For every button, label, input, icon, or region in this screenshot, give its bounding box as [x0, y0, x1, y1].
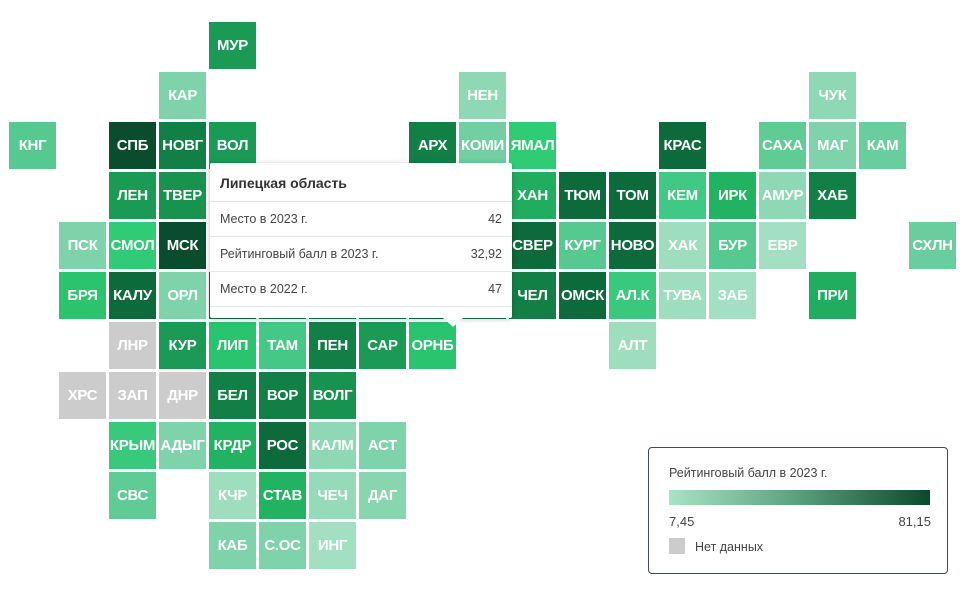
- region-tile-СТАВ[interactable]: СТАВ: [259, 472, 306, 519]
- region-tile-КРАС[interactable]: КРАС: [659, 122, 706, 169]
- region-tile-ТВЕР[interactable]: ТВЕР: [159, 172, 206, 219]
- region-tile-КУРГ[interactable]: КУРГ: [559, 222, 606, 269]
- region-tile-КЧР[interactable]: КЧР: [209, 472, 256, 519]
- region-tile-КОМИ[interactable]: КОМИ: [459, 122, 506, 169]
- region-tile-ЛИП[interactable]: ЛИП: [209, 322, 256, 369]
- region-tile-ХАН[interactable]: ХАН: [509, 172, 556, 219]
- region-tile-ЧЕЛ[interactable]: ЧЕЛ: [509, 272, 556, 319]
- region-tile-ЛЕН[interactable]: ЛЕН: [109, 172, 156, 219]
- color-legend: Рейтинговый балл в 2023 г. 7,45 81,15 Не…: [648, 447, 948, 574]
- tooltip-pointer: [442, 317, 464, 327]
- region-tile-КУР[interactable]: КУР: [159, 322, 206, 369]
- region-tile-ЗАБ[interactable]: ЗАБ: [709, 272, 756, 319]
- region-tile-ХРС[interactable]: ХРС: [59, 372, 106, 419]
- region-tile-НОВГ[interactable]: НОВГ: [159, 122, 206, 169]
- region-tile-ОМСК[interactable]: ОМСК: [559, 272, 606, 319]
- region-tile-КАЛУ[interactable]: КАЛУ: [109, 272, 156, 319]
- region-tile-ДНР[interactable]: ДНР: [159, 372, 206, 419]
- tooltip-label: Место в 2022 г.: [220, 282, 308, 296]
- region-tile-СВЕР[interactable]: СВЕР: [509, 222, 556, 269]
- legend-gradient-bar: [669, 490, 930, 505]
- region-tile-БРЯ[interactable]: БРЯ: [59, 272, 106, 319]
- tooltip-value: 42: [488, 212, 502, 226]
- no-data-swatch: [669, 538, 685, 554]
- region-tile-НОВО[interactable]: НОВО: [609, 222, 656, 269]
- tooltip-row-score-2023: Рейтинговый балл в 2023 г. 32,92: [210, 237, 512, 272]
- region-tile-ИРК[interactable]: ИРК: [709, 172, 756, 219]
- region-tile-БЕЛ[interactable]: БЕЛ: [209, 372, 256, 419]
- region-tile-САХА[interactable]: САХА: [759, 122, 806, 169]
- region-tile-КАР[interactable]: КАР: [159, 72, 206, 119]
- region-tile-ВОЛГ[interactable]: ВОЛГ: [309, 372, 356, 419]
- region-tile-АМУР[interactable]: АМУР: [759, 172, 806, 219]
- region-tile-КАМ[interactable]: КАМ: [859, 122, 906, 169]
- region-tile-АДЫГ[interactable]: АДЫГ: [159, 422, 206, 469]
- region-tile-ОРЛ[interactable]: ОРЛ: [159, 272, 206, 319]
- region-tile-ЧУК[interactable]: ЧУК: [809, 72, 856, 119]
- tooltip-value: 32,92: [470, 247, 502, 261]
- region-tile-ЧЕЧ[interactable]: ЧЕЧ: [309, 472, 356, 519]
- region-tile-ОРНБ[interactable]: ОРНБ: [409, 322, 456, 369]
- region-tile-ЛНР[interactable]: ЛНР: [109, 322, 156, 369]
- region-tile-СМОЛ[interactable]: СМОЛ: [109, 222, 156, 269]
- region-tile-С.ОС[interactable]: С.ОС: [259, 522, 306, 569]
- region-tile-ХАК[interactable]: ХАК: [659, 222, 706, 269]
- region-tile-ВОР[interactable]: ВОР: [259, 372, 306, 419]
- region-tile-РОС[interactable]: РОС: [259, 422, 306, 469]
- region-tile-КАЛМ[interactable]: КАЛМ: [309, 422, 356, 469]
- region-tile-ЯМАЛ[interactable]: ЯМАЛ: [509, 122, 556, 169]
- region-tile-АРХ[interactable]: АРХ: [409, 122, 456, 169]
- region-tile-КРЫМ[interactable]: КРЫМ: [109, 422, 156, 469]
- region-tile-АСТ[interactable]: АСТ: [359, 422, 406, 469]
- tooltip-label: Место в 2023 г.: [220, 212, 308, 226]
- region-tile-ЕВР[interactable]: ЕВР: [759, 222, 806, 269]
- region-tile-ТУВА[interactable]: ТУВА: [659, 272, 706, 319]
- no-data-label: Нет данных: [695, 540, 764, 554]
- region-tile-ПЕН[interactable]: ПЕН: [309, 322, 356, 369]
- region-tile-ПРИ[interactable]: ПРИ: [809, 272, 856, 319]
- region-tile-КАБ[interactable]: КАБ: [209, 522, 256, 569]
- legend-max: 81,15: [898, 514, 931, 529]
- legend-title: Рейтинговый балл в 2023 г.: [669, 466, 828, 480]
- region-tooltip: Липецкая область Место в 2023 г. 42 Рейт…: [210, 163, 512, 327]
- region-tile-ХАБ[interactable]: ХАБ: [809, 172, 856, 219]
- region-tile-ВОЛ[interactable]: ВОЛ: [209, 122, 256, 169]
- region-tile-КНГ[interactable]: КНГ: [9, 122, 56, 169]
- region-tile-ТАМ[interactable]: ТАМ: [259, 322, 306, 369]
- tooltip-row-rank-2023: Место в 2023 г. 42: [210, 202, 512, 237]
- region-tile-СХЛН[interactable]: СХЛН: [909, 222, 956, 269]
- region-tile-ТЮМ[interactable]: ТЮМ: [559, 172, 606, 219]
- region-tile-КЕМ[interactable]: КЕМ: [659, 172, 706, 219]
- region-tile-БУР[interactable]: БУР: [709, 222, 756, 269]
- tooltip-label: Рейтинговый балл в 2023 г.: [220, 247, 379, 261]
- region-tile-НЕН[interactable]: НЕН: [459, 72, 506, 119]
- region-tile-МСК[interactable]: МСК: [159, 222, 206, 269]
- region-tile-СПБ[interactable]: СПБ: [109, 122, 156, 169]
- tooltip-value: 47: [488, 282, 502, 296]
- tooltip-title: Липецкая область: [210, 163, 512, 202]
- region-tile-ТОМ[interactable]: ТОМ: [609, 172, 656, 219]
- region-tile-ПСК[interactable]: ПСК: [59, 222, 106, 269]
- region-tile-ИНГ[interactable]: ИНГ: [309, 522, 356, 569]
- region-tile-КРДР[interactable]: КРДР: [209, 422, 256, 469]
- region-tile-ДАГ[interactable]: ДАГ: [359, 472, 406, 519]
- tooltip-row-rank-2022: Место в 2022 г. 47: [210, 272, 512, 307]
- region-tile-ЗАП[interactable]: ЗАП: [109, 372, 156, 419]
- region-tile-МАГ[interactable]: МАГ: [809, 122, 856, 169]
- region-tile-САР[interactable]: САР: [359, 322, 406, 369]
- region-tile-АЛТ[interactable]: АЛТ: [609, 322, 656, 369]
- region-tile-СВС[interactable]: СВС: [109, 472, 156, 519]
- legend-min: 7,45: [669, 514, 695, 529]
- region-tile-МУР[interactable]: МУР: [209, 22, 256, 69]
- region-tile-АЛ.К[interactable]: АЛ.К: [609, 272, 656, 319]
